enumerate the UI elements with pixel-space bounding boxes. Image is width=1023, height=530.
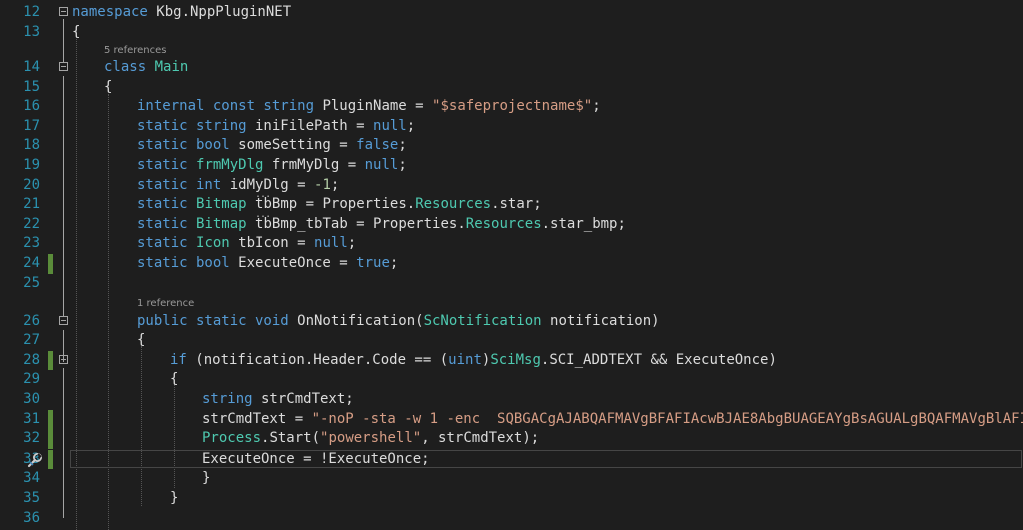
line-number: 20 (0, 176, 40, 196)
codelens-references[interactable]: 5 references (104, 45, 167, 57)
line-number: 32 (0, 429, 40, 449)
code-line[interactable]: 26 public static void OnNotification(ScN… (0, 312, 1023, 332)
line-number: 22 (0, 215, 40, 235)
line-number: 15 (0, 78, 40, 98)
code-text: static frmMyDlg frmMyDlg = null; (137, 156, 407, 176)
line-number: 13 (0, 23, 40, 43)
code-text: static Icon tbIcon = null; (137, 234, 356, 254)
change-bar (48, 429, 53, 449)
code-line-current[interactable]: 33 ExecuteOnce = !ExecuteOnce; (0, 450, 1023, 470)
code-line[interactable]: 22 static Bitmap tbBmp_tbTab = Propertie… (0, 215, 1023, 235)
code-text: { (72, 23, 80, 43)
code-text: class Main (104, 58, 188, 78)
code-line[interactable]: 31 strCmdText = "-noP -sta -w 1 -enc SQB… (0, 410, 1023, 430)
line-number: 21 (0, 195, 40, 215)
code-editor[interactable]: 5 references 1 reference 12 namespace Kb… (0, 0, 1023, 530)
change-bar (48, 450, 53, 470)
code-text: string strCmdText; (202, 390, 354, 410)
code-line[interactable]: 17 static string iniFilePath = null; (0, 117, 1023, 137)
code-text: strCmdText = "-noP -sta -w 1 -enc SQBGAC… (202, 410, 1023, 430)
change-bar (48, 254, 53, 274)
code-text: { (137, 331, 145, 351)
change-bar (48, 410, 53, 430)
line-number: 30 (0, 390, 40, 410)
code-text: } (202, 469, 210, 489)
code-text: static bool someSetting = false; (137, 136, 407, 156)
code-line[interactable]: 14 class Main (0, 58, 1023, 78)
code-line[interactable]: 29 { (0, 370, 1023, 390)
code-line[interactable]: 13 { (0, 23, 1023, 43)
line-number: 14 (0, 58, 40, 78)
code-line[interactable]: 27 { (0, 331, 1023, 351)
code-text: Process.Start("powershell", strCmdText); (202, 429, 539, 449)
wrench-icon[interactable] (26, 451, 44, 469)
code-line[interactable]: 18 static bool someSetting = false; (0, 136, 1023, 156)
line-number: 35 (0, 489, 40, 509)
line-number: 36 (0, 509, 40, 529)
code-line[interactable]: 12 namespace Kbg.NppPluginNET (0, 3, 1023, 23)
line-number: 17 (0, 117, 40, 137)
line-number: 23 (0, 234, 40, 254)
codelens-references[interactable]: 1 reference (137, 298, 194, 310)
code-text: { (170, 370, 178, 390)
code-line[interactable]: 36 (0, 509, 1023, 529)
code-text: static string iniFilePath = null; (137, 117, 415, 137)
code-line[interactable]: 28 if (notification.Header.Code == (uint… (0, 351, 1023, 371)
line-number: 27 (0, 331, 40, 351)
code-text: ExecuteOnce = !ExecuteOnce; (202, 450, 430, 470)
code-text: namespace Kbg.NppPluginNET (72, 3, 291, 23)
code-text: } (170, 489, 178, 509)
line-number: 26 (0, 312, 40, 332)
collapse-icon[interactable] (59, 62, 68, 71)
code-text: public static void OnNotification(ScNoti… (137, 312, 660, 332)
collapse-icon[interactable] (59, 355, 68, 364)
code-line[interactable]: 35 } (0, 489, 1023, 509)
code-line[interactable]: 23 static Icon tbIcon = null; (0, 234, 1023, 254)
line-number: 18 (0, 136, 40, 156)
line-number: 25 (0, 274, 40, 294)
collapse-icon[interactable] (59, 7, 68, 16)
code-text: if (notification.Header.Code == (uint)Sc… (170, 351, 777, 371)
line-number: 19 (0, 156, 40, 176)
line-number: 29 (0, 370, 40, 390)
code-text: static Bitmap tbBmp = Properties.Resourc… (137, 195, 542, 215)
line-number: 16 (0, 97, 40, 117)
code-line[interactable]: 34 } (0, 469, 1023, 489)
collapse-icon[interactable] (59, 316, 68, 325)
code-line[interactable]: 21 static Bitmap tbBmp = Properties.Reso… (0, 195, 1023, 215)
code-line[interactable]: 19 static frmMyDlg frmMyDlg = null; (0, 156, 1023, 176)
line-number: 24 (0, 254, 40, 274)
line-number: 28 (0, 351, 40, 371)
code-line[interactable]: 15 { (0, 78, 1023, 98)
code-line[interactable]: 20 static int idMyDlg = -1; (0, 176, 1023, 196)
code-line[interactable]: 24 static bool ExecuteOnce = true; (0, 254, 1023, 274)
change-bar (48, 351, 53, 371)
code-line[interactable]: 25 (0, 274, 1023, 294)
code-line[interactable]: 16 internal const string PluginName = "$… (0, 97, 1023, 117)
code-text: static Bitmap tbBmp_tbTab = Properties.R… (137, 215, 626, 235)
line-number: 12 (0, 3, 40, 23)
code-line[interactable]: 32 Process.Start("powershell", strCmdTex… (0, 429, 1023, 449)
code-text: { (104, 78, 112, 98)
code-text: static bool ExecuteOnce = true; (137, 254, 398, 274)
code-text: static int idMyDlg = -1; (137, 176, 339, 196)
line-number: 31 (0, 410, 40, 430)
code-text: internal const string PluginName = "$saf… (137, 97, 601, 117)
line-number: 34 (0, 469, 40, 489)
code-line[interactable]: 30 string strCmdText; (0, 390, 1023, 410)
